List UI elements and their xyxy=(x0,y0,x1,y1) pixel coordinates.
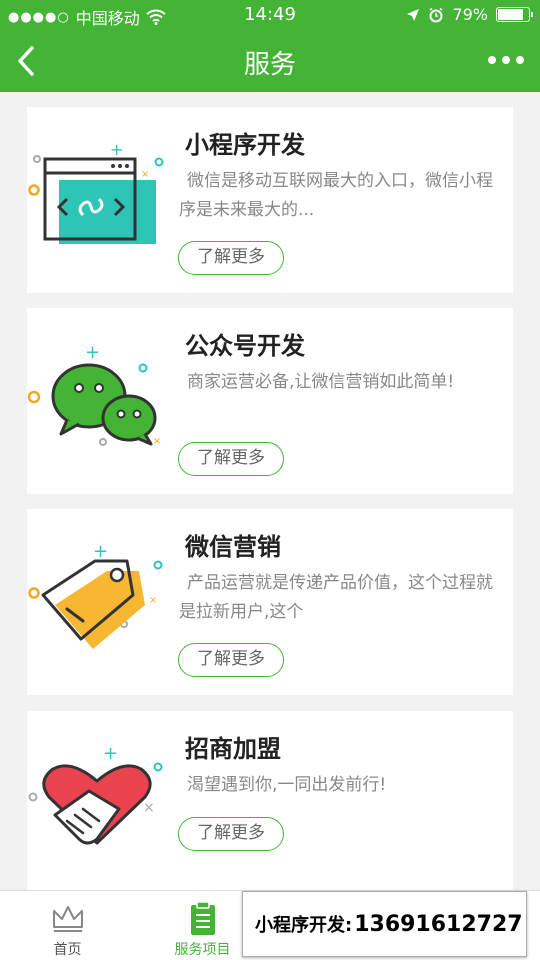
tab-home[interactable]: 首页 xyxy=(0,891,135,960)
card-description: 商家运营必备,让微信营销如此简单! xyxy=(187,372,455,392)
card-title: 小程序开发 xyxy=(185,131,305,159)
svg-text:×: × xyxy=(141,169,149,180)
learn-more-button[interactable]: 了解更多 xyxy=(178,241,284,275)
card-title: 微信营销 xyxy=(185,533,281,561)
battery-icon xyxy=(496,7,533,22)
promo-contact-banner[interactable]: 小程序开发: 13691612727 xyxy=(242,891,527,957)
service-card-wechat-marketing: + × 微信营销 产品运营就是传递产品价值，这个过程就是拉新用户,这个 了解更多 xyxy=(27,509,513,695)
status-bar: ●●●●○ 中国移动 14:49 79% xyxy=(0,0,540,30)
promo-label: 小程序开发: xyxy=(255,915,353,936)
learn-more-button[interactable]: 了解更多 xyxy=(178,643,284,677)
learn-more-button[interactable]: 了解更多 xyxy=(178,817,284,851)
page-title: 服务 xyxy=(243,50,296,80)
card-title: 公众号开发 xyxy=(185,332,305,360)
clipboard-icon xyxy=(190,901,215,935)
battery-percent: 79% xyxy=(452,5,488,24)
alarm-clock-icon xyxy=(429,7,443,22)
promo-phone: 13691612727 xyxy=(354,911,523,937)
card-description: 微信是移动互联网最大的入口，微信小程序是未来最大的... xyxy=(179,171,493,220)
svg-text:+: + xyxy=(85,342,100,363)
location-arrow-icon xyxy=(407,8,420,21)
card-description: 产品运营就是传递产品价值，这个过程就是拉新用户,这个 xyxy=(179,573,493,622)
card-description: 渴望遇到你,一同出发前行! xyxy=(187,775,387,795)
nav-bar: 服务 xyxy=(0,30,540,92)
service-card-official-account: + × 公众号开发 商家运营必备,让微信营销如此简单! 了解更多 xyxy=(27,308,513,494)
card-title: 招商加盟 xyxy=(185,735,281,763)
handshake-heart-icon: + × xyxy=(27,711,177,897)
svg-text:×: × xyxy=(149,595,157,606)
svg-text:×: × xyxy=(143,800,155,816)
price-tag-icon: + × xyxy=(27,509,177,695)
svg-text:×: × xyxy=(153,436,161,447)
svg-text:+: + xyxy=(103,743,118,764)
more-dots-icon[interactable] xyxy=(488,52,524,68)
svg-text:+: + xyxy=(110,140,123,159)
learn-more-button[interactable]: 了解更多 xyxy=(178,442,284,476)
service-card-franchise: + × 招商加盟 渴望遇到你,一同出发前行! 了解更多 xyxy=(27,711,513,897)
svg-text:+: + xyxy=(93,541,108,562)
crown-icon xyxy=(52,906,83,932)
tab-label: 首页 xyxy=(53,942,82,958)
wechat-bubbles-icon: + × xyxy=(27,308,177,494)
mini-program-window-icon: + × × xyxy=(27,107,177,293)
service-card-mini-program: + × × 小程序开发 微信是移动互联网最大的入口，微信小程序是未来最大的...… xyxy=(27,107,513,293)
